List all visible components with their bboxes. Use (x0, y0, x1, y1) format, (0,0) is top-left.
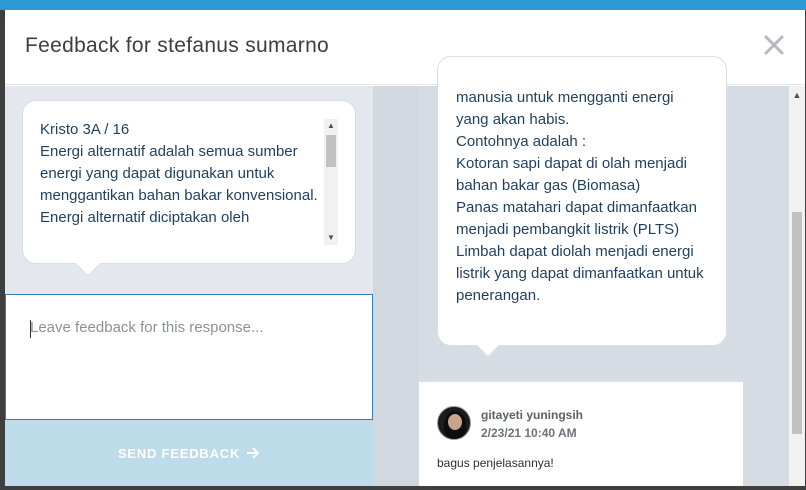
comment-card: gitayeti yuningsih 2/23/21 10:40 AM bagu… (419, 381, 743, 486)
other-response-text: manusia untuk mengganti energi yang akan… (456, 89, 704, 304)
modal-title: Feedback for stefanus sumarno (25, 34, 330, 57)
send-feedback-label: SEND FEEDBACK (117, 445, 241, 461)
feedback-box (5, 294, 373, 420)
scroll-thumb[interactable] (326, 135, 336, 167)
scroll-thumb[interactable] (792, 212, 802, 434)
bubble-tail (476, 334, 500, 358)
response-text: Kristo 3A / 16 Energi alternatif adalah … (40, 121, 318, 226)
avatar (437, 406, 471, 440)
column-divider (373, 86, 419, 486)
close-icon[interactable] (761, 32, 787, 58)
top-accent-strip (0, 0, 806, 10)
bubble-tail (75, 251, 101, 277)
response-bubble: Kristo 3A / 16 Energi alternatif adalah … (22, 100, 356, 277)
current-response-column: Kristo 3A / 16 Energi alternatif adalah … (5, 86, 373, 486)
text-cursor (30, 320, 31, 338)
send-feedback-button[interactable]: SEND FEEDBACK (5, 420, 373, 486)
modal-body: Kristo 3A / 16 Energi alternatif adalah … (5, 56, 805, 486)
commenter-name: gitayeti yuningsih (481, 408, 584, 422)
arrow-right-icon (247, 447, 260, 459)
scroll-up-icon[interactable]: ▲ (324, 119, 338, 133)
modal-scrollbar[interactable]: ▲ (789, 86, 805, 486)
comment-text: bagus penjelasannya! (437, 456, 554, 470)
scroll-down-icon[interactable]: ▼ (324, 231, 338, 245)
other-response-column: manusia untuk mengganti energi yang akan… (419, 56, 789, 486)
other-response-bubble: manusia untuk mengganti energi yang akan… (437, 56, 727, 358)
scroll-up-icon[interactable]: ▲ (789, 88, 805, 102)
response-scrollbar[interactable]: ▲ ▼ (324, 119, 338, 245)
feedback-modal: Feedback for stefanus sumarno Kristo 3A … (5, 10, 805, 486)
feedback-input[interactable] (6, 295, 372, 419)
comment-timestamp: 2/23/21 10:40 AM (481, 426, 577, 440)
